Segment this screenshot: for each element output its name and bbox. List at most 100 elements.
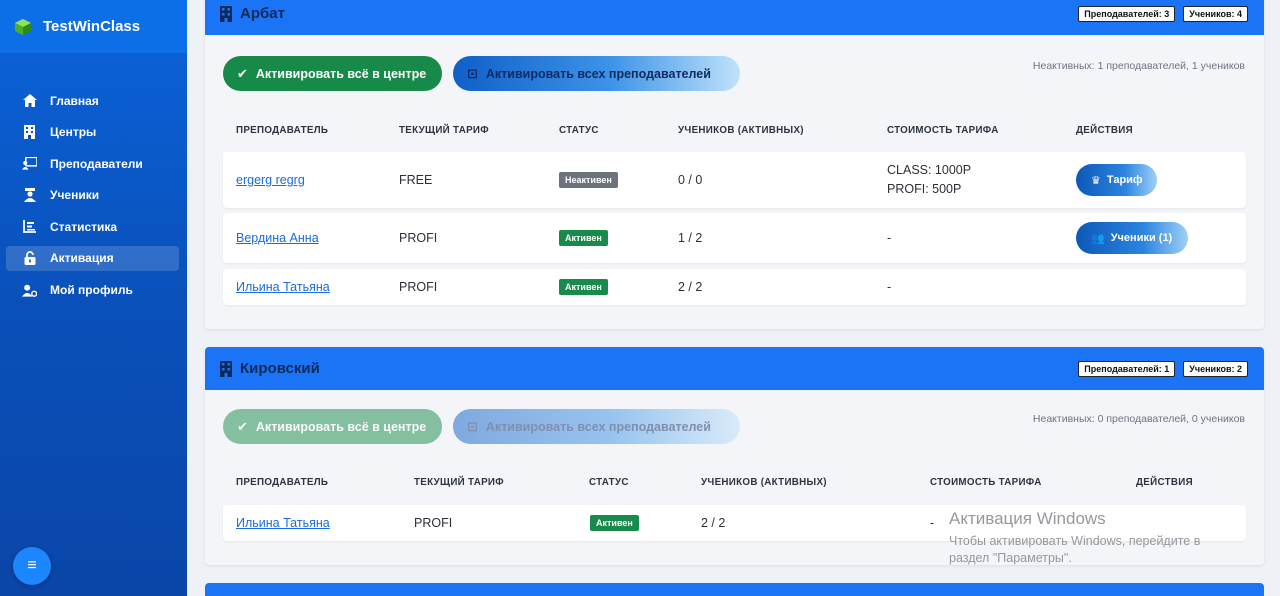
teacher-icon: ⊡ <box>467 65 478 81</box>
teacher-icon <box>22 156 37 171</box>
double-check-icon: ✔ <box>237 418 248 434</box>
tariff-value: PROFI <box>414 516 453 530</box>
button-label: Активировать всё в центре <box>255 66 427 81</box>
inactive-summary: Неактивных: 1 преподавателей, 1 учеников <box>1032 60 1245 72</box>
windows-activation-watermark: Активация Windows Чтобы активировать Win… <box>949 509 1200 567</box>
price-value: CLASS: 1000Р PROFI: 500Р <box>887 161 971 199</box>
activate-all-center-button[interactable]: ✔ Активировать всё в центре <box>223 56 443 91</box>
tariff-value: PROFI <box>399 280 438 294</box>
col-price: СТОИМОСТЬ ТАРИФА <box>887 124 999 136</box>
center-badges: Преподавателей: 1 Учеников: 2 <box>1078 360 1248 377</box>
sidebar-item-label: Мой профиль <box>50 283 133 298</box>
sidebar-item-activation[interactable]: Активация <box>6 245 179 271</box>
teacher-link[interactable]: Вердина Анна <box>236 231 319 245</box>
watermark-line: раздел "Параметры". <box>949 551 1072 565</box>
sidebar-item-profile[interactable]: Мой профиль <box>6 278 179 303</box>
center-badges: Преподавателей: 3 Учеников: 4 <box>1078 5 1248 22</box>
students-value: 2 / 2 <box>678 280 703 294</box>
center-card-header: Кировский Преподавателей: 1 Учеников: 2 <box>205 347 1264 390</box>
watermark-line: Чтобы активировать Windows, перейдите в <box>949 534 1201 548</box>
unlock-icon <box>22 251 37 266</box>
col-students: УЧЕНИКОВ (АКТИВНЫХ) <box>701 476 827 488</box>
home-icon <box>22 93 37 108</box>
activate-all-center-button[interactable]: ✔ Активировать всё в центре <box>223 409 443 444</box>
watermark-title: Активация Windows <box>949 509 1106 528</box>
teacher-link[interactable]: ergerg regrg <box>236 173 305 187</box>
center-name: Арбат <box>240 5 285 22</box>
price-value: - <box>930 516 935 530</box>
students-value: 0 / 0 <box>678 173 703 187</box>
col-tariff: ТЕКУЩИЙ ТАРИФ <box>399 124 489 136</box>
table-row: Ильина Татьяна PROFI Активен 2 / 2 - <box>223 269 1246 305</box>
tariff-button[interactable]: ♛ Тариф <box>1076 164 1157 196</box>
sidebar: TestWinClass Главная Центры Преподавател… <box>0 0 187 596</box>
user-cog-icon <box>22 283 37 298</box>
logo-cube-icon <box>14 18 32 35</box>
sidebar-item-label: Статистика <box>50 219 118 234</box>
button-label: Активировать всех преподавателей <box>485 419 711 434</box>
students-count-badge: Учеников: 4 <box>1183 5 1248 22</box>
brand[interactable]: TestWinClass <box>0 0 187 53</box>
sidebar-item-statistics[interactable]: Статистика <box>6 214 179 239</box>
status-badge: Неактивен <box>559 172 618 188</box>
students-button[interactable]: 👥 Ученики (1) <box>1076 222 1189 254</box>
inactive-summary: Неактивных: 0 преподавателей, 0 учеников <box>1032 413 1245 425</box>
tariff-value: FREE <box>399 173 433 187</box>
center-card-arbat: Арбат Преподавателей: 3 Учеников: 4 ✔ Ак… <box>205 0 1264 329</box>
sidebar-item-students[interactable]: Ученики <box>6 183 179 208</box>
sidebar-item-label: Преподаватели <box>50 156 143 171</box>
sidebar-item-centers[interactable]: Центры <box>6 120 179 145</box>
users-icon: 👥 <box>1091 232 1105 245</box>
teacher-link[interactable]: Ильина Татьяна <box>236 516 330 530</box>
tariff-value: PROFI <box>399 231 438 245</box>
student-icon <box>22 188 37 203</box>
status-badge: Активен <box>559 230 608 246</box>
price-value: - <box>887 280 892 294</box>
crown-icon: ♛ <box>1091 174 1101 187</box>
price-line: PROFI: 500Р <box>887 182 962 196</box>
button-label: Активировать всех преподавателей <box>485 66 711 81</box>
menu-icon: ≡ <box>27 557 37 574</box>
button-label: Активировать всё в центре <box>255 419 427 434</box>
col-tariff: ТЕКУЩИЙ ТАРИФ <box>414 476 504 488</box>
students-count-badge: Учеников: 2 <box>1183 360 1248 377</box>
table-row: ergerg regrg FREE Неактивен 0 / 0 CLASS:… <box>223 152 1246 208</box>
col-actions: ДЕЙСТВИЯ <box>1136 476 1193 488</box>
col-status: СТАТУС <box>559 124 599 136</box>
sidebar-nav: Главная Центры Преподаватели Ученики Ста… <box>6 88 179 309</box>
double-check-icon: ✔ <box>237 65 248 81</box>
center-name: Кировский <box>240 360 320 377</box>
sidebar-item-home[interactable]: Главная <box>6 88 179 113</box>
button-label: Тариф <box>1106 174 1143 186</box>
price-line: CLASS: 1000Р <box>887 163 972 177</box>
next-center-card-header <box>205 583 1264 596</box>
table-row: Вердина Анна PROFI Активен 1 / 2 - 👥 Уче… <box>223 213 1246 263</box>
teachers-count-badge: Преподавателей: 3 <box>1078 5 1176 22</box>
table-header: ПРЕПОДАВАТЕЛЬ ТЕКУЩИЙ ТАРИФ СТАТУС УЧЕНИ… <box>223 118 1246 142</box>
teachers-count-badge: Преподавателей: 1 <box>1078 360 1176 377</box>
students-value: 2 / 2 <box>701 516 726 530</box>
col-students: УЧЕНИКОВ (АКТИВНЫХ) <box>678 124 804 136</box>
activate-all-teachers-button[interactable]: ⊡ Активировать всех преподавателей <box>453 56 740 91</box>
chart-icon <box>22 219 37 234</box>
table-header: ПРЕПОДАВАТЕЛЬ ТЕКУЩИЙ ТАРИФ СТАТУС УЧЕНИ… <box>223 470 1246 494</box>
building-icon <box>22 125 37 140</box>
teacher-link[interactable]: Ильина Татьяна <box>236 280 330 294</box>
status-badge: Активен <box>559 279 608 295</box>
col-teacher: ПРЕПОДАВАТЕЛЬ <box>236 476 329 488</box>
teacher-icon: ⊡ <box>467 418 478 434</box>
col-teacher: ПРЕПОДАВАТЕЛЬ <box>236 124 329 136</box>
col-actions: ДЕЙСТВИЯ <box>1076 124 1133 136</box>
col-price: СТОИМОСТЬ ТАРИФА <box>930 476 1042 488</box>
status-badge: Активен <box>590 515 639 531</box>
activate-all-teachers-button[interactable]: ⊡ Активировать всех преподавателей <box>453 409 740 444</box>
menu-button[interactable]: ≡ <box>13 547 51 585</box>
sidebar-item-label: Главная <box>50 93 99 108</box>
sidebar-item-label: Центры <box>50 125 97 140</box>
center-card-header: Арбат Преподавателей: 3 Учеников: 4 <box>205 0 1264 35</box>
building-icon <box>220 5 232 22</box>
sidebar-item-teachers[interactable]: Преподаватели <box>6 151 179 176</box>
button-label: Ученики (1) <box>1110 232 1173 244</box>
col-status: СТАТУС <box>589 476 629 488</box>
price-value: - <box>887 231 892 245</box>
